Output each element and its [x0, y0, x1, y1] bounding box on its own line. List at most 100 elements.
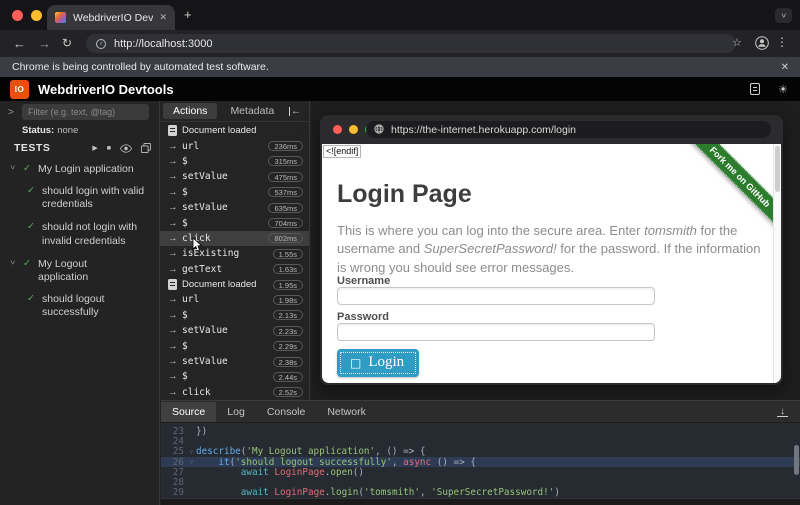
document-icon: [168, 125, 177, 136]
test-tree-item[interactable]: ✓should login with valid credentials: [0, 185, 155, 211]
browser-menu-icon[interactable]: ⋮: [776, 35, 788, 49]
chevron-down-icon[interactable]: >: [8, 260, 17, 269]
profile-avatar-icon[interactable]: [755, 36, 769, 55]
banner-close-icon[interactable]: ✕: [781, 62, 789, 73]
reload-button[interactable]: ↻: [62, 36, 72, 50]
arrow-right-icon: →: [168, 156, 182, 167]
action-row[interactable]: →isExisting1.55s: [160, 246, 309, 261]
close-tab-icon[interactable]: ✕: [159, 12, 167, 23]
duration-badge: 1.98s: [273, 295, 303, 305]
action-label: $: [182, 310, 273, 321]
app-title: WebdriverIO Devtools: [38, 82, 750, 97]
code-editor: 23})2425>describe('My Logout application…: [161, 426, 800, 498]
password-input[interactable]: [337, 323, 655, 341]
test-tree: >✓My Login application✓should login with…: [0, 163, 155, 329]
site-info-icon[interactable]: i: [96, 39, 106, 49]
action-row[interactable]: →$704ms: [160, 215, 309, 230]
arrow-right-icon: →: [168, 341, 182, 352]
back-button[interactable]: ←: [13, 36, 26, 51]
collapse-panel-icon[interactable]: ←: [289, 106, 302, 117]
action-row[interactable]: →$2.29s: [160, 338, 309, 353]
arrow-right-icon: →: [168, 264, 182, 275]
chevron-down-icon: >: [779, 13, 788, 18]
close-window-button[interactable]: [12, 10, 23, 21]
action-row[interactable]: →$537ms: [160, 185, 309, 200]
action-row[interactable]: →$2.44s: [160, 369, 309, 384]
minimize-window-button[interactable]: [31, 10, 42, 21]
action-row[interactable]: →$2.13s: [160, 308, 309, 323]
test-tree-item[interactable]: >✓My Logout application: [0, 258, 155, 284]
check-icon: ✓: [23, 163, 35, 174]
chevron-down-icon[interactable]: >: [8, 165, 17, 174]
tab-actions[interactable]: Actions: [163, 103, 217, 119]
fold-icon[interactable]: >: [188, 458, 196, 467]
test-tree-item[interactable]: >✓My Login application: [0, 163, 155, 176]
test-tree-item[interactable]: ✓should not login with invalid credentia…: [0, 221, 155, 247]
username-input[interactable]: [337, 287, 655, 305]
watch-tests-icon[interactable]: [120, 144, 132, 153]
code-line[interactable]: 25>describe('My Logout application', () …: [161, 447, 800, 457]
code-line[interactable]: 28: [161, 477, 800, 487]
endif-comment-text: <![endif]: [323, 145, 361, 158]
page-scrollbar-thumb[interactable]: [775, 146, 780, 192]
action-row[interactable]: →setValue635ms: [160, 200, 309, 215]
embedded-address-bar: https://the-internet.herokuapp.com/login: [366, 121, 771, 138]
action-label: setValue: [182, 171, 268, 182]
action-row[interactable]: →url236ms: [160, 138, 309, 153]
action-row[interactable]: →getText1.63s: [160, 262, 309, 277]
action-row[interactable]: →click2.52s: [160, 385, 309, 400]
embedded-browser-titlebar: https://the-internet.herokuapp.com/login: [320, 115, 783, 144]
arrow-right-icon: →: [168, 310, 182, 321]
duration-badge: 802ms: [268, 233, 303, 243]
bookmark-star-icon[interactable]: ☆: [732, 36, 742, 49]
tab-network[interactable]: Network: [316, 402, 377, 422]
tab-console[interactable]: Console: [256, 402, 317, 422]
download-icon[interactable]: ↓: [777, 407, 788, 417]
tab-log[interactable]: Log: [216, 402, 256, 422]
tab-title: WebdriverIO Devtools: [73, 12, 153, 24]
new-tab-button[interactable]: +: [184, 7, 192, 22]
code-line[interactable]: 27 await LoginPage.open(): [161, 467, 800, 477]
filter-input[interactable]: [22, 104, 149, 120]
browser-tab[interactable]: WebdriverIO Devtools ✕: [47, 5, 175, 30]
fold-icon[interactable]: >: [188, 447, 196, 456]
action-row[interactable]: →setValue2.23s: [160, 323, 309, 338]
stop-tests-icon[interactable]: ■: [107, 145, 111, 152]
test-tree-item[interactable]: ✓should logout successfully: [0, 293, 155, 319]
action-row[interactable]: →url1.98s: [160, 292, 309, 307]
arrow-right-icon: →: [168, 325, 182, 336]
action-row[interactable]: →click802ms: [160, 231, 309, 246]
action-label: setValue: [182, 202, 268, 213]
action-label: url: [182, 141, 268, 152]
action-label: Document loaded: [182, 279, 273, 290]
webdriverio-devtools-window: WebdriverIO Devtools ✕ + > ← → ↻ i http:…: [0, 0, 800, 505]
tab-search-button[interactable]: >: [775, 8, 792, 23]
code-scrollbar-thumb[interactable]: [794, 445, 799, 475]
check-icon: ✓: [27, 221, 39, 232]
forward-button[interactable]: →: [38, 36, 51, 51]
action-row[interactable]: Document loaded1.95s: [160, 277, 309, 292]
clone-session-icon[interactable]: [141, 143, 151, 153]
action-row[interactable]: →setValue2.38s: [160, 354, 309, 369]
page-scrollbar[interactable]: [773, 144, 781, 383]
code-line[interactable]: 24: [161, 436, 800, 446]
login-button[interactable]: □ Login: [337, 349, 419, 377]
action-row[interactable]: Document loaded: [160, 123, 309, 138]
action-label: isExisting: [182, 248, 273, 259]
address-bar[interactable]: i http://localhost:3000: [86, 34, 736, 53]
code-line[interactable]: 29 await LoginPage.login('tomsmith', 'Su…: [161, 488, 800, 498]
code-line[interactable]: 26> it('should logout successfully', asy…: [161, 457, 800, 467]
arrow-right-icon: →: [168, 294, 182, 305]
password-label: Password: [337, 311, 389, 323]
duration-badge: 1.63s: [273, 264, 303, 274]
sidebar-collapse-icon[interactable]: >: [8, 107, 14, 118]
code-line[interactable]: 23}): [161, 426, 800, 436]
tab-metadata[interactable]: Metadata: [220, 103, 284, 119]
action-row[interactable]: →$315ms: [160, 154, 309, 169]
run-tests-icon[interactable]: ▶: [92, 144, 97, 152]
tab-source[interactable]: Source: [161, 402, 216, 422]
report-icon[interactable]: [750, 83, 760, 95]
arrow-right-icon: →: [168, 233, 182, 244]
action-row[interactable]: →setValue475ms: [160, 169, 309, 184]
theme-toggle-icon[interactable]: ☀: [778, 83, 788, 96]
